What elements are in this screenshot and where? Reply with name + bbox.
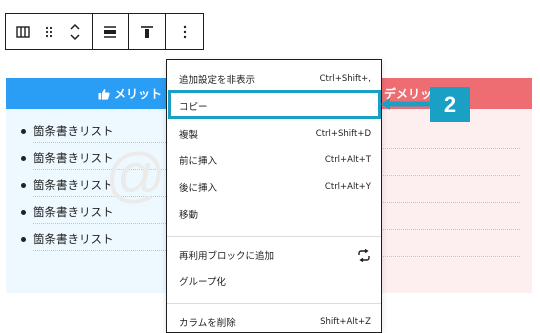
menu-item-shortcut: Ctrl+Alt+Y: [324, 182, 371, 192]
merit-header: メリット: [6, 78, 170, 109]
reusable-block-icon: [358, 248, 370, 262]
menu-item-delete-column[interactable]: カラムを削除 Shift+Alt+Z: [167, 309, 381, 333]
menu-item-shortcut: Ctrl+Alt+T: [324, 155, 371, 165]
list-item[interactable]: 箇条書きリスト: [6, 122, 170, 149]
copy-highlight-frame: [168, 90, 381, 119]
menu-item-shortcut: Ctrl+Shift+,: [319, 74, 371, 84]
list-line: [380, 203, 520, 230]
menu-item-label: 前に挿入: [179, 156, 218, 167]
step-number-badge: 2: [430, 87, 470, 122]
block-toolbar: [5, 13, 204, 50]
toolbar-group-valign: [129, 14, 167, 49]
merit-header-label: メリット: [113, 87, 162, 101]
align-center-icon[interactable]: [96, 14, 124, 49]
menu-item-shortcut: Shift+Alt+Z: [320, 317, 371, 327]
demerit-list-lines: [380, 109, 532, 257]
menu-item-group[interactable]: グループ化: [167, 268, 381, 294]
columns-icon[interactable]: [10, 14, 36, 49]
toolbar-group-block: [6, 14, 93, 49]
menu-item-label: カラムを削除: [179, 318, 236, 329]
menu-separator: [167, 236, 381, 237]
drag-handle-icon[interactable]: [36, 14, 62, 49]
list-line: [380, 176, 520, 203]
menu-item-hide-settings[interactable]: 追加設定を非表示 Ctrl+Shift+,: [167, 66, 381, 92]
toolbar-group-align: [93, 14, 130, 49]
list-item[interactable]: 箇条書きリスト: [6, 176, 170, 203]
menu-item-label: 複製: [179, 130, 199, 141]
list-item[interactable]: 箇条書きリスト: [6, 230, 170, 257]
menu-item-label: 再利用ブロックに追加: [179, 251, 275, 262]
menu-item-add-reusable[interactable]: 再利用ブロックに追加: [167, 242, 381, 268]
list-item[interactable]: 箇条書きリスト: [6, 203, 170, 230]
menu-item-insert-after[interactable]: 後に挿入 Ctrl+Alt+Y: [167, 174, 381, 200]
merit-column: メリット 箇条書きリスト 箇条書きリスト 箇条書きリスト 箇条書きリスト 箇条書…: [6, 78, 170, 293]
thumbs-up-icon: [98, 88, 110, 100]
menu-item-label: 追加設定を非表示: [179, 75, 256, 86]
menu-item-label: グループ化: [179, 277, 226, 288]
menu-item-insert-before[interactable]: 前に挿入 Ctrl+Alt+T: [167, 147, 381, 173]
list-line: [380, 149, 520, 176]
menu-item-label: 移動: [179, 210, 199, 221]
list-line: [380, 122, 520, 149]
menu-separator: [167, 303, 381, 304]
align-top-icon[interactable]: [133, 14, 161, 49]
list-line: [380, 230, 520, 257]
move-up-down-icon[interactable]: [62, 14, 88, 49]
menu-item-duplicate[interactable]: 複製 Ctrl+Shift+D: [167, 121, 381, 147]
merit-list: 箇条書きリスト 箇条書きリスト 箇条書きリスト 箇条書きリスト 箇条書きリスト: [6, 109, 170, 257]
menu-item-move[interactable]: 移動: [167, 201, 381, 227]
menu-item-label: 後に挿入: [179, 183, 218, 194]
more-vertical-icon[interactable]: [171, 14, 199, 49]
toolbar-group-more: [166, 14, 203, 49]
annotation-arrow-icon: [381, 98, 431, 110]
list-item[interactable]: 箇条書きリスト: [6, 149, 170, 176]
menu-item-shortcut: Ctrl+Shift+D: [315, 129, 371, 139]
